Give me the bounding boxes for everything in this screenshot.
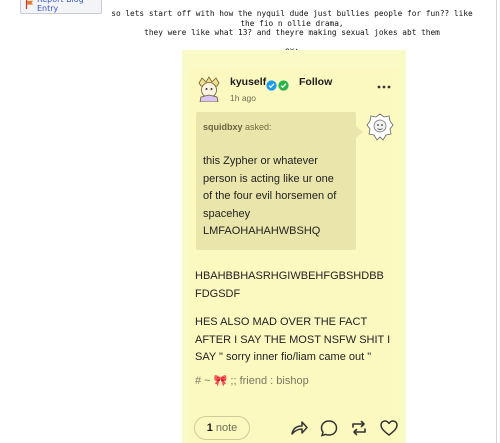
reply-icon[interactable] [319,418,339,438]
post-actions [289,418,399,438]
ribbon-icon: 🎀 [213,375,228,387]
notes-label: note [215,422,238,434]
body-line: HES ALSO MAD OVER THE FACT [195,316,368,328]
report-blog-entry-label: Report Blog Entry [37,0,84,13]
tag-prefix: # ~ [195,375,214,387]
notes-button[interactable]: 1 note [194,416,250,440]
flag-icon [25,0,34,9]
embedded-post-frame: kyuself Follow 1h ago squidbxy asked: th… [182,50,406,443]
blog-entry-text: so lets start off with how the nyquil du… [106,9,478,55]
report-blog-entry-button[interactable]: Report Blog Entry [20,0,102,14]
ask-bubble: squidbxy asked: this Zypher or whatever … [196,112,363,250]
reblog-icon[interactable] [349,418,369,438]
user-avatar[interactable] [196,76,222,103]
ask-header: squidbxy asked: [203,122,272,132]
ask-line: LMFAOHAHAHWBSHQ [203,225,321,237]
verification-badges [266,76,289,95]
post-tags[interactable]: # ~ 🎀 ;; friend : bishop [195,374,309,387]
notes-count: 1 [206,422,213,434]
verified-blue-icon [266,76,277,95]
post-timestamp: 1h ago [230,93,256,103]
asked-label: asked: [245,122,272,132]
verified-green-icon [278,76,289,95]
body-line: FDGSDF [195,287,241,300]
ask-line: spacehey [203,207,251,220]
body-paragraph-2: HES ALSO MAD OVER THE FACT AFTER I SAY T… [195,314,397,367]
body-line: SAY " sorry inner fio/liam came out " [195,351,372,363]
asker-name[interactable]: squidbxy [203,122,243,132]
body-line: AFTER I SAY THE MOST NSFW SHIT I [195,333,391,346]
ask-question: this Zypher or whatever person is acting… [203,153,353,241]
post-username[interactable]: kyuself [230,76,266,88]
asker-avatar[interactable] [366,112,394,142]
ask-line: person is acting like ur one [203,172,334,185]
follow-button[interactable]: Follow [299,76,332,88]
tag-text: ;; friend : bishop [227,375,309,387]
caption-line-1: so lets start off with how the nyquil du… [111,9,473,28]
ask-line: of the four evil horsemen of [203,190,337,202]
share-icon[interactable] [289,418,309,438]
ask-line: this Zypher or whatever [203,155,318,167]
ask-bubble-tail [356,126,363,138]
post-card: kyuself Follow 1h ago squidbxy asked: th… [189,68,399,443]
post-body: HBAHBBHASRHGIWBEHFGBSHDBB FDGSDF HES ALS… [195,268,397,378]
body-paragraph-1: HBAHBBHASRHGIWBEHFGBSHDBB FDGSDF [195,268,397,303]
caption-line-2: they were like what 13? and theyre makin… [144,28,440,37]
like-icon[interactable] [379,418,399,438]
body-line: HBAHBBHASRHGIWBEHFGBSHDBB [195,270,384,282]
more-icon[interactable] [376,78,392,90]
